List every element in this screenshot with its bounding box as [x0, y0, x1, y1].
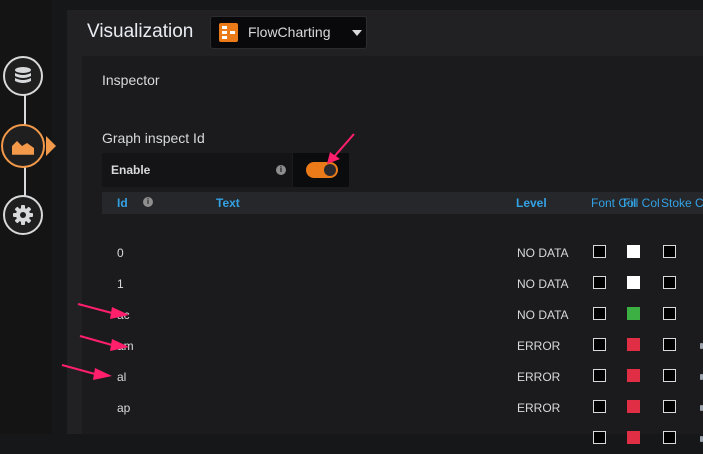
font-color-swatch[interactable]	[593, 276, 606, 289]
stroke-color-swatch[interactable]	[663, 245, 676, 258]
cell-id: 0	[117, 246, 124, 260]
table-row[interactable]: acNO DATA	[102, 299, 703, 330]
chevron-down-icon	[352, 30, 362, 36]
cell-level: NO DATA	[517, 277, 569, 291]
fill-color-swatch[interactable]	[627, 338, 640, 351]
cell-id: ap	[117, 401, 131, 415]
column-header-text[interactable]: Text	[216, 196, 240, 210]
font-color-swatch[interactable]	[593, 307, 606, 320]
cell-id: al	[117, 370, 127, 384]
fill-color-swatch[interactable]	[627, 307, 640, 320]
info-icon[interactable]: i	[276, 165, 286, 175]
table-row[interactable]: ap ERROR	[102, 392, 703, 423]
table-row[interactable]: amERROR	[102, 330, 703, 361]
inspector-title: Inspector	[102, 72, 160, 88]
cell-level: ERROR	[517, 339, 561, 353]
column-header-fill-color[interactable]: Fill Col	[623, 196, 660, 210]
enable-field: Enable i	[102, 153, 292, 187]
font-color-swatch[interactable]	[593, 400, 606, 413]
cell-id: 1	[117, 277, 124, 291]
flowcharting-icon	[219, 23, 238, 42]
cell-level: NO DATA	[517, 246, 569, 260]
database-icon	[15, 67, 31, 83]
queries-tab[interactable]	[3, 56, 43, 96]
enable-label: Enable	[111, 163, 151, 177]
stroke-color-swatch[interactable]	[663, 338, 676, 351]
table-row[interactable]: 1 NO DATA	[102, 268, 703, 299]
annotation-arrow	[77, 303, 129, 319]
stroke-color-swatch[interactable]	[663, 369, 676, 382]
stroke-color-swatch[interactable]	[663, 400, 676, 413]
table-row[interactable]	[102, 423, 703, 454]
cell-level: ERROR	[517, 401, 561, 415]
fill-color-swatch[interactable]	[627, 369, 640, 382]
stroke-color-swatch[interactable]	[663, 307, 676, 320]
visualization-picker[interactable]: FlowCharting	[210, 16, 367, 49]
annotation-arrow	[79, 335, 129, 351]
table-header: Id i Text Level Font Col Fill Col Stoke …	[102, 192, 703, 214]
area-chart-icon	[12, 141, 34, 155]
stroke-color-swatch[interactable]	[663, 276, 676, 289]
column-header-id[interactable]: Id	[117, 196, 128, 210]
fill-color-swatch[interactable]	[627, 245, 640, 258]
page-title: Visualization	[87, 21, 194, 42]
font-color-swatch[interactable]	[593, 245, 606, 258]
column-header-level[interactable]: Level	[516, 196, 547, 210]
font-color-swatch[interactable]	[593, 369, 606, 382]
info-icon[interactable]: i	[143, 197, 153, 207]
editor-rail	[0, 0, 56, 434]
fill-color-swatch[interactable]	[627, 400, 640, 413]
general-tab[interactable]	[3, 195, 43, 235]
column-header-stroke-color[interactable]: Stoke Col	[661, 196, 703, 210]
graph-inspect-title: Graph inspect Id	[102, 130, 205, 146]
fill-color-swatch[interactable]	[627, 431, 640, 444]
annotation-arrow	[61, 364, 112, 380]
annotation-arrow	[327, 133, 355, 164]
font-color-swatch[interactable]	[593, 431, 606, 444]
gear-icon	[13, 205, 33, 225]
stroke-color-swatch[interactable]	[663, 431, 676, 444]
font-color-swatch[interactable]	[593, 338, 606, 351]
active-tab-indicator	[46, 136, 56, 156]
cell-level: NO DATA	[517, 308, 569, 322]
visualization-tab[interactable]	[1, 124, 45, 168]
fill-color-swatch[interactable]	[627, 276, 640, 289]
table-row[interactable]: 0 NO DATA	[102, 237, 703, 268]
cell-level: ERROR	[517, 370, 561, 384]
visualization-name: FlowCharting	[248, 24, 331, 40]
table-row[interactable]: al ERROR	[102, 361, 703, 392]
